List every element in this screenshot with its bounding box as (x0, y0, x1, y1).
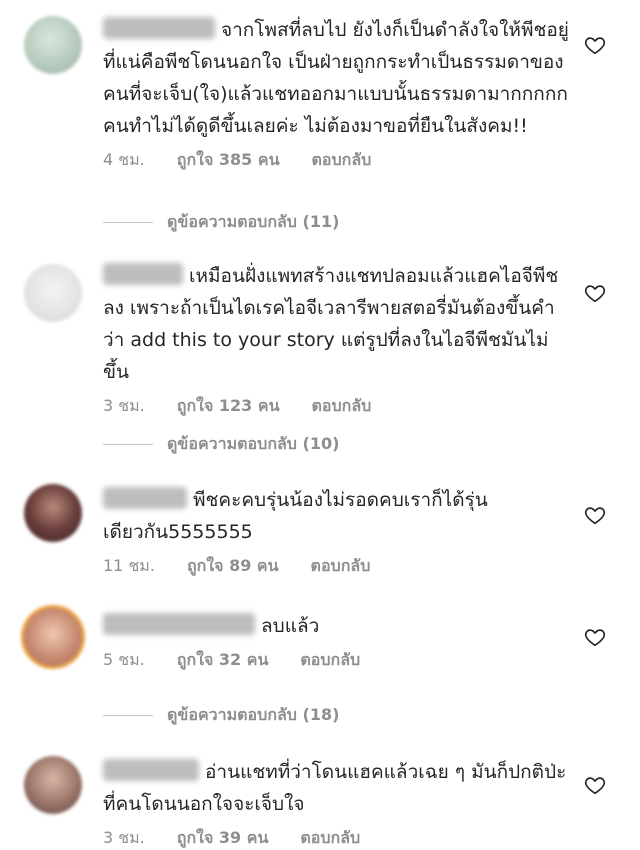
comment-time: 3 ชม. (103, 828, 145, 847)
likes-count[interactable]: ถูกใจ 39 คน (177, 826, 269, 850)
avatar[interactable] (24, 756, 82, 814)
username[interactable]: username (103, 487, 187, 509)
comment-item: usernameพีชคะคบรุ่นน้องไม่รอดคบเราก็ได้ร… (0, 482, 640, 582)
comment-item: username ลบแล้ว 5 ชม. ถูกใจ 32 คน ตอบกลับ (0, 604, 640, 684)
comment-item: usernameจากโพสที่ลบไป ยังไงก็เป็นดำลังใจ… (0, 10, 640, 169)
avatar[interactable] (24, 264, 82, 322)
comment-time: 3 ชม. (103, 396, 145, 415)
reply-button[interactable]: ตอบกลับ (300, 648, 360, 673)
likes-count[interactable]: ถูกใจ 123 คน (177, 394, 280, 419)
divider (103, 222, 153, 223)
heart-outline-icon[interactable] (584, 34, 606, 56)
view-replies-label[interactable]: ดูข้อความตอบกลับ (18) (167, 703, 339, 728)
reply-button[interactable]: ตอบกลับ (312, 148, 372, 173)
reply-button[interactable]: ตอบกลับ (300, 826, 360, 850)
view-replies-label[interactable]: ดูข้อความตอบกลับ (11) (167, 210, 339, 235)
heart-outline-icon[interactable] (584, 774, 606, 796)
comment-time: 11 ชม. (103, 556, 155, 575)
view-replies-button[interactable]: ดูข้อความตอบกลับ (10) (103, 432, 339, 457)
username[interactable]: username (103, 613, 255, 635)
avatar[interactable] (24, 484, 82, 542)
reply-button[interactable]: ตอบกลับ (312, 394, 372, 419)
reply-button[interactable]: ตอบกลับ (311, 554, 371, 579)
avatar[interactable] (24, 608, 82, 666)
username[interactable]: username (103, 263, 183, 285)
comment-item: usernameอ่านแชทที่ว่าโดนแฮคแล้วเฉย ๆ มัน… (0, 754, 640, 850)
view-replies-button[interactable]: ดูข้อความตอบกลับ (18) (103, 703, 339, 728)
comment-text: ลบแล้ว (261, 615, 320, 637)
likes-count[interactable]: ถูกใจ 89 คน (187, 554, 279, 579)
comment-time: 5 ชม. (103, 650, 145, 669)
heart-outline-icon[interactable] (584, 504, 606, 526)
likes-count[interactable]: ถูกใจ 385 คน (177, 148, 280, 173)
username[interactable]: username (103, 17, 215, 39)
divider (103, 444, 153, 445)
divider (103, 715, 153, 716)
heart-outline-icon[interactable] (584, 626, 606, 648)
view-replies-label[interactable]: ดูข้อความตอบกลับ (10) (167, 432, 339, 457)
view-replies-button[interactable]: ดูข้อความตอบกลับ (11) (103, 210, 339, 235)
likes-count[interactable]: ถูกใจ 32 คน (177, 648, 269, 673)
username[interactable]: username (103, 759, 199, 781)
comment-item: usernameเหมือนฝั่งแพทสร้างแชทปลอมแล้วแฮค… (0, 258, 640, 415)
avatar[interactable] (24, 16, 82, 74)
heart-outline-icon[interactable] (584, 282, 606, 304)
comment-time: 4 ชม. (103, 150, 145, 169)
